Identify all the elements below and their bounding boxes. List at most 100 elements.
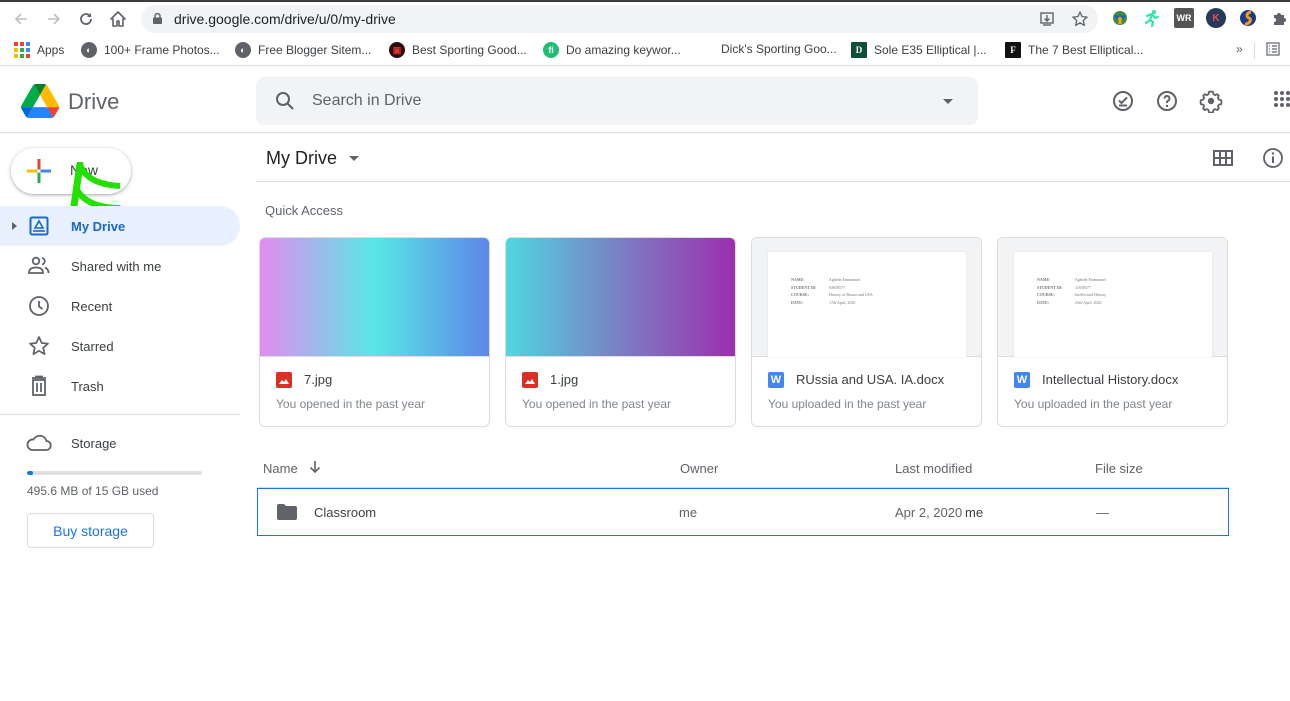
my-drive-breadcrumb[interactable]: My Drive	[266, 148, 359, 169]
clock-icon	[27, 294, 51, 318]
idm-icon[interactable]	[1110, 8, 1130, 28]
document-thumbnail: NAME: Agbede Emmanuel STUDENT ID: 11658577…	[998, 238, 1227, 357]
k-extension-icon[interactable]: K	[1206, 8, 1226, 28]
sidebar-item-label: Starred	[71, 338, 114, 354]
storage-usage-bar	[27, 471, 202, 475]
home-button[interactable]	[107, 8, 129, 30]
grid-view-icon[interactable]	[1213, 150, 1233, 166]
bookmarks-bar: Apps ◐ 100+ Frame Photos... ◐ Free Blogg…	[0, 36, 1290, 66]
file-row-owner: me	[679, 505, 698, 520]
file-row-name: Classroom	[314, 505, 377, 520]
drive-header: Drive	[0, 67, 1290, 133]
file-activity: You opened in the past year	[276, 397, 426, 411]
document-preview-text: NAME: Agbede Emmanuel STUDENT ID: 83658577…	[791, 277, 873, 305]
column-owner-header[interactable]: Owner	[680, 461, 718, 476]
back-button[interactable]	[10, 8, 32, 30]
app-name[interactable]: Drive	[68, 89, 119, 115]
quick-access-card[interactable]: NAME: Agbede Emmanuel STUDENT ID: 83658577…	[751, 237, 982, 427]
file-activity: You opened in the past year	[522, 397, 672, 411]
runner-extension-icon[interactable]	[1142, 8, 1162, 28]
sidebar-item-label: Recent	[71, 298, 113, 314]
star-icon	[27, 334, 51, 358]
quick-access-card[interactable]: NAME: Agbede Emmanuel STUDENT ID: 11658577…	[997, 237, 1228, 427]
image-file-icon	[276, 372, 292, 388]
f-logo-icon: F	[1005, 42, 1021, 58]
offline-ready-icon[interactable]	[1111, 89, 1135, 113]
search-bar[interactable]	[256, 77, 978, 125]
sidebar-item-recent[interactable]: Recent	[0, 286, 240, 326]
column-last-modified-header[interactable]: Last modified	[895, 461, 972, 476]
info-icon[interactable]	[1262, 147, 1284, 169]
forward-button[interactable]	[43, 8, 65, 30]
apps-grid-icon	[14, 42, 30, 58]
file-name: Intellectual History.docx	[1042, 372, 1179, 387]
main-toolbar: My Drive	[256, 134, 1290, 182]
file-row[interactable]: Classroom me Apr 2, 2020 me —	[257, 488, 1229, 536]
bookmark-dicks[interactable]: Dick's Sporting Goo...	[721, 42, 837, 56]
puzzle-icon[interactable]	[1270, 8, 1290, 28]
storage-usage-fill	[27, 471, 33, 475]
bookmarks-overflow-button[interactable]: »	[1236, 42, 1243, 56]
bookmark-label: The 7 Best Elliptical...	[1028, 43, 1144, 57]
browser-toolbar: drive.google.com/drive/u/0/my-drive WR K	[0, 0, 1290, 36]
quick-access-list: 7.jpg You opened in the past year 1.jpg …	[259, 237, 1228, 427]
drive-logo-icon[interactable]	[21, 84, 59, 118]
quick-access-card[interactable]: 7.jpg You opened in the past year	[259, 237, 490, 427]
quick-access-card[interactable]: 1.jpg You opened in the past year	[505, 237, 736, 427]
bookmark-star-icon[interactable]	[1071, 10, 1089, 28]
home-icon	[110, 11, 126, 27]
reload-button[interactable]	[75, 8, 97, 30]
word-file-icon: W	[1014, 372, 1030, 388]
buy-storage-button[interactable]: Buy storage	[27, 513, 154, 548]
expand-arrow-icon[interactable]	[12, 222, 17, 230]
bookmark-blogger-sitemap[interactable]: ◐ Free Blogger Sitem...	[235, 42, 371, 58]
url-text[interactable]: drive.google.com/drive/u/0/my-drive	[174, 11, 396, 27]
trash-icon	[27, 374, 51, 398]
back-arrow-icon	[14, 13, 27, 25]
image-thumbnail	[506, 238, 735, 357]
word-file-icon: W	[768, 372, 784, 388]
bookmark-sporting-goods[interactable]: ▣ Best Sporting Good...	[389, 42, 527, 58]
wr-extension-icon[interactable]: WR	[1174, 8, 1194, 28]
bookmark-label: Do amazing keywor...	[566, 43, 681, 57]
address-bar[interactable]: drive.google.com/drive/u/0/my-drive	[141, 5, 1098, 33]
bookmark-apps[interactable]: Apps	[14, 42, 64, 58]
sidebar-divider	[0, 414, 240, 415]
s-extension-icon[interactable]	[1238, 8, 1258, 28]
sidebar-item-my-drive[interactable]: My Drive	[0, 206, 240, 246]
document-page-preview: NAME: Agbede Emmanuel STUDENT ID: 11658577…	[1014, 252, 1212, 357]
fiverr-icon: fi	[543, 42, 559, 58]
shared-icon	[27, 254, 51, 278]
settings-icon[interactable]	[1199, 89, 1223, 113]
sort-arrow-down-icon[interactable]	[309, 460, 321, 474]
bookmark-sole-e35[interactable]: D Sole E35 Elliptical |...	[851, 42, 987, 58]
search-options-dropdown-icon[interactable]	[943, 99, 953, 104]
d-logo-icon: D	[851, 42, 867, 58]
sidebar-item-label: My Drive	[71, 218, 126, 234]
column-file-size-header[interactable]: File size	[1095, 461, 1143, 476]
search-input[interactable]	[312, 89, 912, 113]
overflow-label: »	[1236, 42, 1243, 56]
search-icon[interactable]	[274, 90, 296, 112]
column-name-header[interactable]: Name	[263, 461, 298, 476]
reading-list-button[interactable]	[1266, 42, 1280, 56]
sporting-goods-icon: ▣	[389, 42, 405, 58]
sidebar-item-shared-with-me[interactable]: Shared with me	[0, 246, 240, 286]
globe-icon: ◐	[81, 42, 97, 58]
help-icon[interactable]	[1155, 89, 1179, 113]
extensions-bar: WR K	[1110, 8, 1290, 28]
bookmark-keyword[interactable]: fi Do amazing keywor...	[543, 42, 681, 58]
bookmark-best-elliptical[interactable]: F The 7 Best Elliptical...	[1005, 42, 1143, 58]
new-button[interactable]: New	[11, 148, 131, 194]
sidebar-item-starred[interactable]: Starred	[0, 326, 240, 366]
install-app-icon[interactable]	[1038, 10, 1056, 28]
apps-icon[interactable]	[1272, 89, 1290, 113]
sidebar-item-storage[interactable]: Storage	[0, 424, 240, 464]
file-row-modified-by: me	[965, 505, 984, 520]
quick-access-heading: Quick Access	[265, 203, 344, 218]
globe-icon: ◐	[235, 42, 251, 58]
image-thumbnail	[260, 238, 489, 357]
bookmarks-divider	[1254, 43, 1255, 59]
sidebar-item-trash[interactable]: Trash	[0, 366, 240, 406]
bookmark-frame-photos[interactable]: ◐ 100+ Frame Photos...	[81, 42, 220, 58]
